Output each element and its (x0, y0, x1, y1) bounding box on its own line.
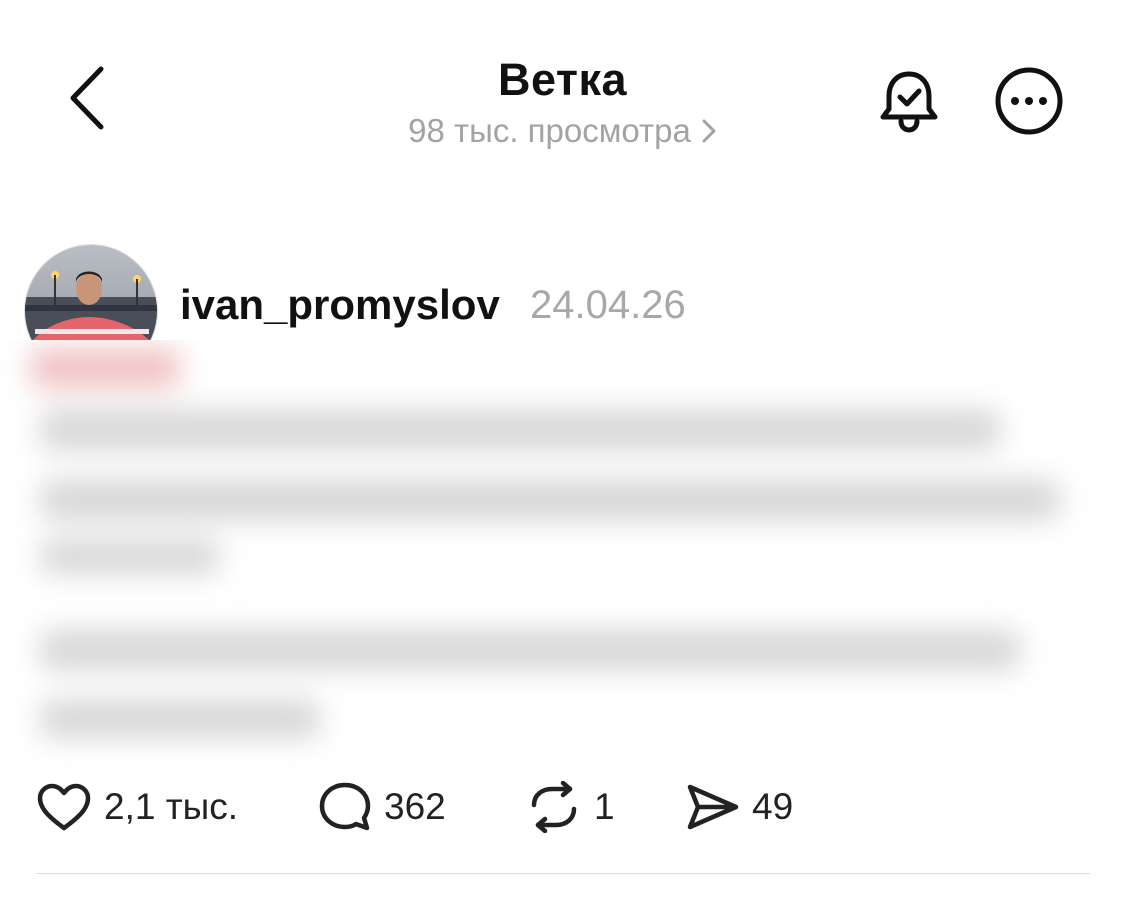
comments-count: 362 (384, 786, 446, 827)
views-link[interactable]: 98 тыс. просмотра (0, 112, 1125, 150)
repost-button[interactable]: 1 (526, 778, 615, 836)
reposts-count: 1 (594, 786, 615, 827)
heart-icon (37, 783, 91, 831)
divider (36, 873, 1090, 874)
share-button[interactable]: 49 (686, 778, 793, 836)
post-content-blurred (0, 340, 1125, 770)
notifications-button[interactable] (873, 64, 945, 140)
repost-icon (531, 781, 577, 833)
bell-check-icon (880, 71, 938, 133)
comment-button[interactable]: 362 (318, 778, 446, 836)
views-count: 98 тыс. просмотра (408, 112, 691, 149)
chevron-right-icon (701, 118, 717, 144)
likes-count: 2,1 тыс. (104, 786, 239, 827)
send-icon (687, 784, 739, 830)
page-title: Ветка (497, 54, 628, 105)
username[interactable]: ivan_promyslov (180, 281, 500, 329)
comment-icon (319, 782, 371, 831)
more-options-button[interactable] (992, 64, 1066, 138)
more-horizontal-icon (995, 67, 1063, 135)
like-button[interactable]: 2,1 тыс. (36, 778, 238, 836)
shares-count: 49 (752, 786, 794, 827)
post-date: 24.04.26 (530, 283, 686, 327)
